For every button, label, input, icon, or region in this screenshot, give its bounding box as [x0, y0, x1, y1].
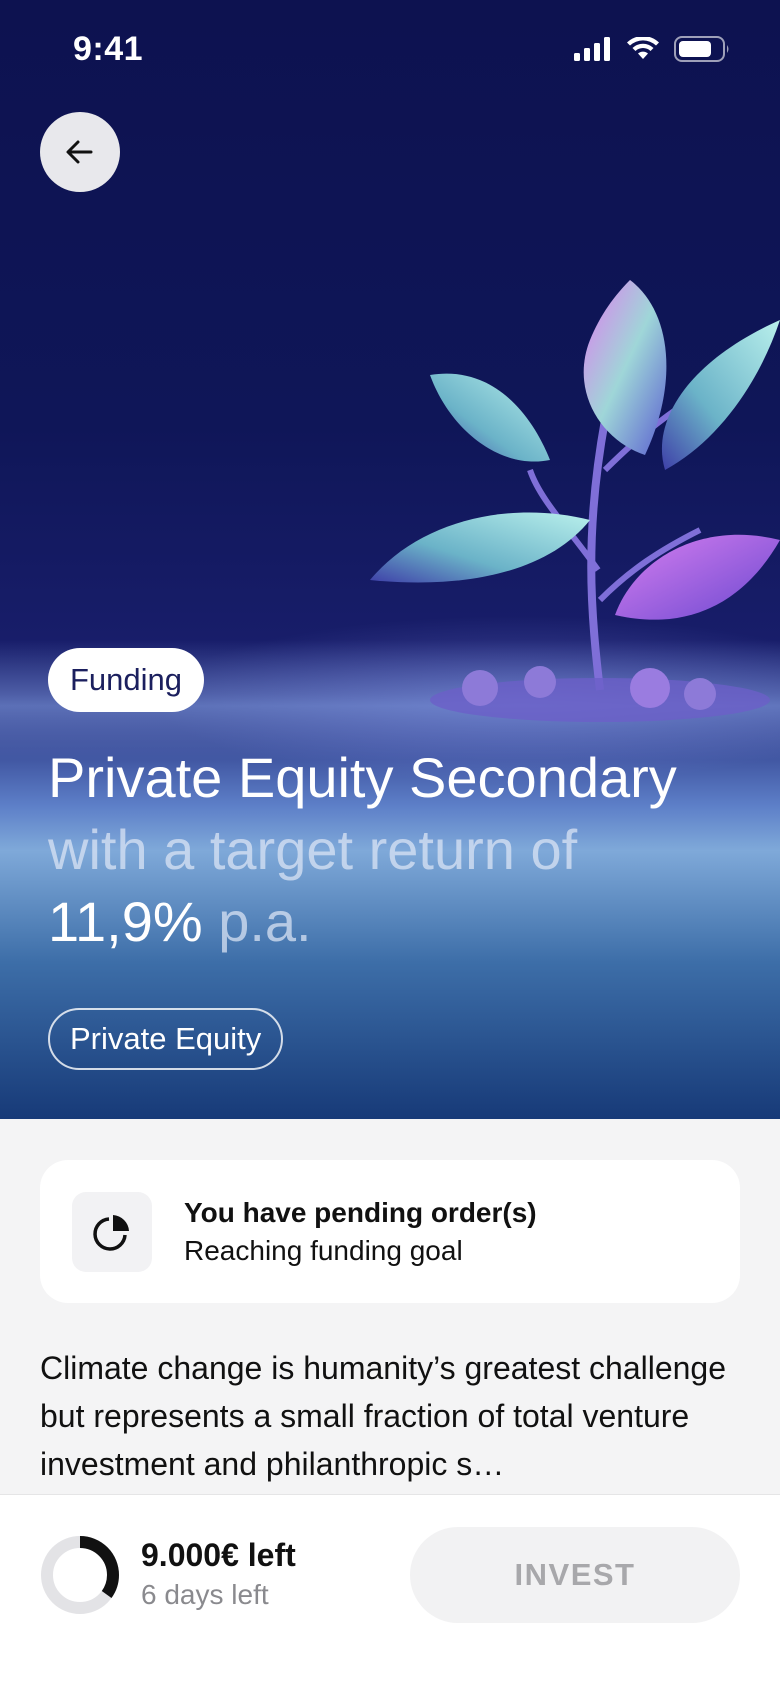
battery-icon — [674, 36, 729, 62]
title-main: Private Equity Secondary — [48, 746, 677, 809]
amount-left: 9.000€ left — [141, 1537, 296, 1573]
status-bar: 9:41 — [0, 0, 780, 100]
notice-text: You have pending order(s) Reaching fundi… — [184, 1194, 537, 1270]
pending-order-card[interactable]: You have pending order(s) Reaching fundi… — [40, 1160, 740, 1303]
cellular-signal-icon — [574, 37, 610, 61]
status-badge: Funding — [48, 648, 205, 712]
status-icons — [574, 36, 730, 62]
target-return-unit: p.a. — [218, 890, 312, 953]
pie-chart-icon — [93, 1214, 129, 1251]
status-time: 9:41 — [73, 30, 144, 68]
bottom-bar: 9.000€ left 6 days left INVEST — [0, 1495, 780, 1688]
description-text: Climate change is humanity’s greatest ch… — [40, 1350, 727, 1482]
notice-subtitle: Reaching funding goal — [184, 1234, 463, 1266]
arrow-left-icon — [66, 140, 93, 164]
page-title: Private Equity Secondary with a target r… — [48, 742, 748, 958]
category-tag[interactable]: Private Equity — [48, 1008, 284, 1070]
days-left: 6 days left — [141, 1579, 269, 1610]
wifi-icon — [627, 37, 659, 59]
funding-progress-ring — [41, 1536, 119, 1614]
invest-button[interactable]: INVEST — [410, 1527, 740, 1623]
target-return-value: 11,9% — [48, 890, 203, 953]
plant-illustration — [370, 280, 780, 722]
title-subtitle: with a target return of — [48, 818, 578, 881]
notice-title: You have pending order(s) — [184, 1196, 537, 1228]
back-button[interactable] — [40, 112, 120, 192]
hero-section: 9:41 Funding Private Equity Secondary wi… — [0, 0, 780, 1119]
notice-icon-box — [72, 1191, 152, 1272]
